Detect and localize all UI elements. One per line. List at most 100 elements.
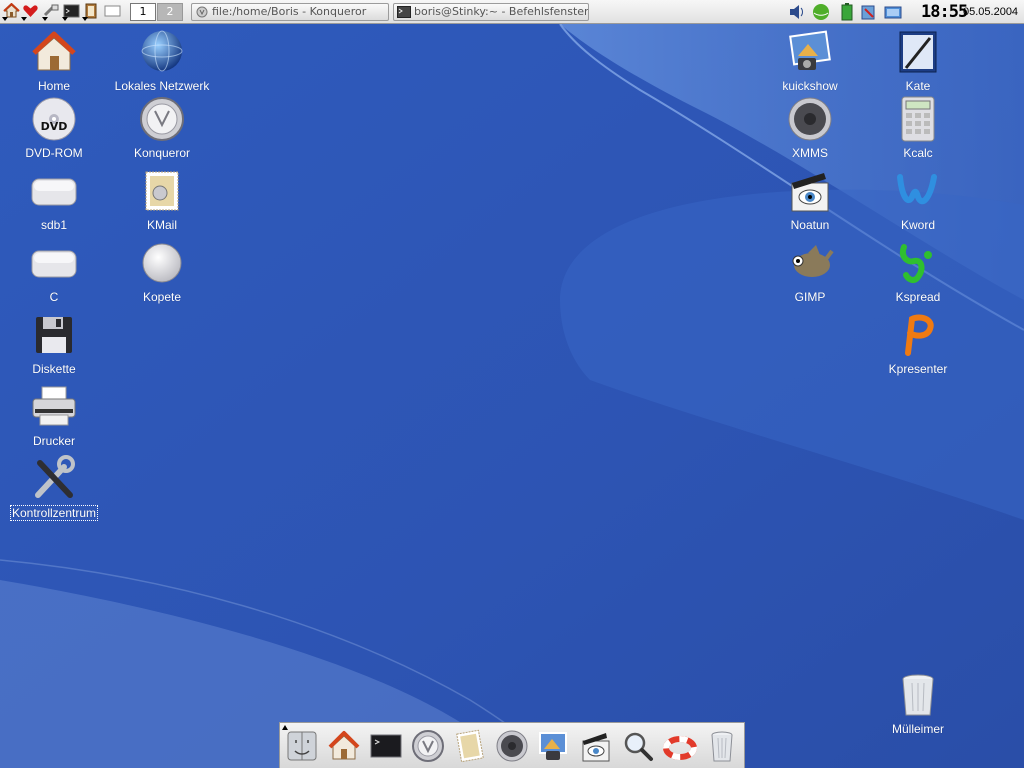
desktop-icon-kontrollzentrum[interactable]: Kontrollzentrum	[0, 455, 108, 523]
kword-icon	[897, 174, 937, 205]
desktop-icon-label: Konqueror	[133, 146, 191, 160]
desktop-icon-label: Kate	[905, 79, 931, 93]
bookmarks-button[interactable]	[21, 3, 39, 21]
desktop-icon-label: Kopete	[142, 290, 182, 304]
desktop-icon-diskette[interactable]: Diskette	[0, 311, 108, 379]
terminal-icon	[397, 6, 411, 18]
home-icon[interactable]	[327, 729, 361, 763]
desktop-window-icon	[104, 5, 121, 17]
taskbar-item-label: boris@Stinky:~ - Befehlsfenster	[414, 5, 589, 18]
floppy-icon	[36, 317, 72, 353]
desktop-icon-label: Home	[37, 79, 70, 93]
network-globe-icon[interactable]	[811, 3, 831, 21]
desktop-icon-kword[interactable]: Kword	[864, 167, 972, 235]
kspread-icon	[900, 244, 932, 284]
gimp-icon	[792, 245, 834, 277]
desktop-icon-sdb1[interactable]: sdb1	[0, 167, 108, 235]
show-desktop-button[interactable]	[104, 3, 122, 21]
documents-menu-button[interactable]	[82, 3, 100, 21]
finder-face-icon[interactable]	[285, 729, 319, 763]
lifebuoy-icon[interactable]	[663, 729, 697, 763]
desktop-icon-lokales-netzwerk[interactable]: Lokales Netzwerk	[108, 28, 216, 96]
speaker-icon[interactable]	[787, 3, 807, 21]
svg-text:DVD: DVD	[41, 120, 68, 133]
desktop-icon-label: Kontrollzentrum	[9, 505, 99, 521]
network-menu-button[interactable]	[42, 3, 60, 21]
mail-stamp-icon[interactable]	[453, 729, 487, 763]
desktop-icon-label: Kword	[900, 218, 935, 232]
clock-time[interactable]: 18:55	[921, 1, 968, 23]
desktop-icon-label: Kpresenter	[888, 362, 948, 376]
desktop-icon-label: Lokales Netzwerk	[114, 79, 210, 93]
desktop-icon-kpresenter[interactable]: Kpresenter	[864, 311, 972, 379]
dvd-icon: DVD	[32, 97, 76, 141]
terminal-icon[interactable]	[369, 729, 403, 763]
speaker-icon	[788, 97, 832, 141]
desktop-icon-label: Noatun	[790, 218, 830, 232]
clapper-eye-icon	[791, 173, 829, 212]
network-globe-icon	[141, 30, 183, 72]
konqueror-icon[interactable]	[411, 729, 445, 763]
taskbar-item-label: file:/home/Boris - Konqueror	[212, 5, 367, 18]
trash-icon	[902, 674, 934, 716]
desktop-icon-kopete[interactable]: Kopete	[108, 239, 216, 307]
desktop-icon-kspread[interactable]: Kspread	[864, 239, 972, 307]
hard-drive-icon	[31, 178, 77, 206]
hard-drive-icon	[31, 250, 77, 278]
calculator-icon	[901, 96, 935, 142]
search-icon[interactable]	[621, 729, 655, 763]
desktop-icon-kate[interactable]: Kate	[864, 28, 972, 96]
home-icon	[32, 31, 76, 71]
desktop-icon-noatun[interactable]: Noatun	[756, 167, 864, 235]
desktop-icon-label: C	[49, 290, 59, 304]
desktop-icon-kmail[interactable]: KMail	[108, 167, 216, 235]
desktop-icon-label: KMail	[146, 218, 177, 232]
printer-icon	[32, 386, 76, 426]
kpresenter-icon	[905, 314, 934, 356]
display-icon[interactable]	[883, 3, 903, 21]
photo-camera-icon	[789, 30, 831, 70]
speaker-icon[interactable]	[495, 729, 529, 763]
konqueror-icon	[196, 6, 208, 18]
system-tray	[783, 1, 908, 23]
mail-stamp-icon	[145, 171, 179, 211]
desktop-icon-label: Diskette	[32, 362, 76, 376]
desktop-icon-label: Mülleimer	[891, 722, 944, 736]
desktop-icon-dvd-rom[interactable]: DVD DVD-ROM	[0, 95, 108, 163]
klipper-icon[interactable]	[859, 3, 879, 21]
desktop-icon-label: Kspread	[895, 290, 941, 304]
desktop-icon-label: XMMS	[792, 146, 828, 160]
desktop-icon-muelleimer[interactable]: Mülleimer	[864, 671, 972, 739]
desktop-icon-kuickshow[interactable]: kuickshow	[756, 28, 864, 96]
dock-bar	[279, 722, 745, 768]
top-panel: 1 2 file:/home/Boris - Konqueror boris@S…	[0, 0, 1024, 24]
photo-camera-icon[interactable]	[537, 729, 571, 763]
kate-editor-icon	[899, 31, 937, 73]
desktop-icon-home[interactable]: Home	[0, 28, 108, 96]
clapper-eye-icon[interactable]	[579, 729, 613, 763]
desktop-icon-label: sdb1	[40, 218, 68, 232]
desktop-icon-kcalc[interactable]: Kcalc	[864, 95, 972, 163]
desktop-icon-xmms[interactable]: XMMS	[756, 95, 864, 163]
pager-desktop-2[interactable]: 2	[157, 3, 183, 21]
desktop-icon-label: kuickshow	[782, 79, 838, 93]
terminal-menu-button[interactable]	[62, 3, 80, 21]
taskbar-item-terminal[interactable]: boris@Stinky:~ - Befehlsfenster	[393, 3, 589, 21]
trash-icon[interactable]	[705, 729, 739, 763]
desktop-icon-drucker[interactable]: Drucker	[0, 383, 108, 451]
desktop-icon-c[interactable]: C	[0, 239, 108, 307]
desktop-icon-label: Drucker	[32, 434, 75, 448]
tools-icon	[35, 455, 75, 498]
clock-date[interactable]: 05.05.2004	[963, 1, 1018, 23]
desktop-icon-label: Kcalc	[903, 146, 933, 160]
konqueror-icon	[140, 97, 184, 141]
desktop-icon-gimp[interactable]: GIMP	[756, 239, 864, 307]
pager-desktop-1[interactable]: 1	[130, 3, 156, 21]
desktop-icon-label: DVD-ROM	[25, 146, 83, 160]
desktop-icon-konqueror[interactable]: Konqueror	[108, 95, 216, 163]
kmenu-button[interactable]	[2, 2, 20, 21]
kopete-icon	[142, 243, 182, 283]
desktop-icon-label: GIMP	[794, 290, 826, 304]
battery-icon[interactable]	[837, 3, 857, 21]
taskbar-item-konqueror[interactable]: file:/home/Boris - Konqueror	[191, 3, 389, 21]
